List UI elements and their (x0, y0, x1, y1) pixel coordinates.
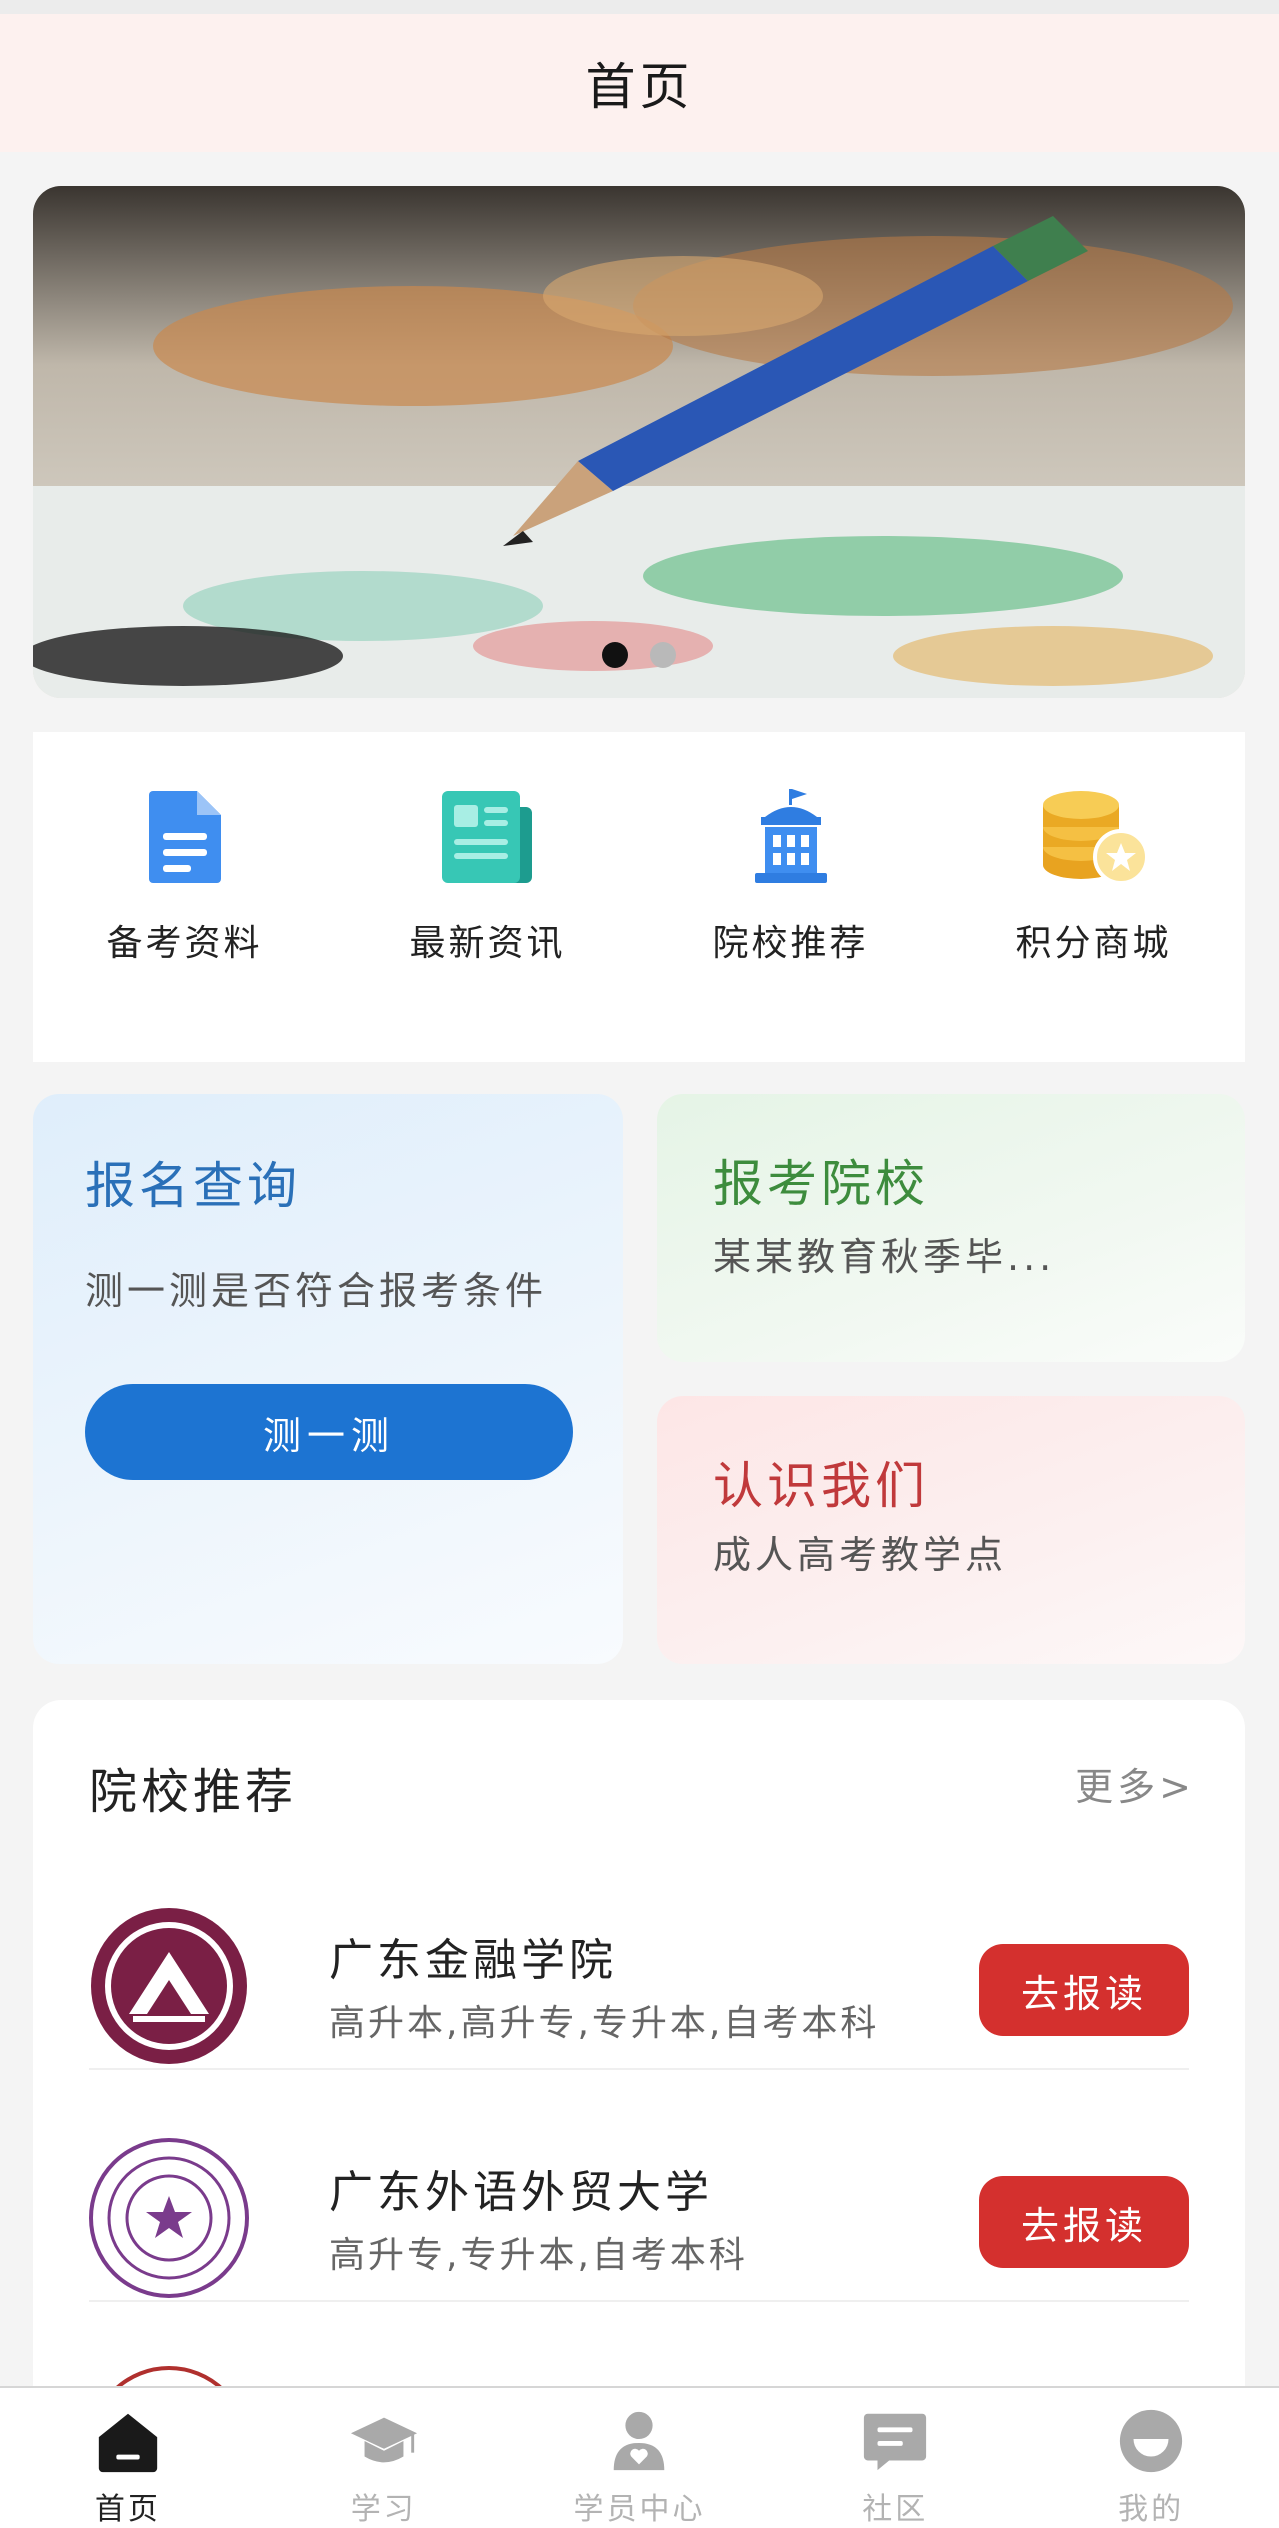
about-us-title: 认识我们 (713, 1457, 929, 1515)
school-name: 广东外语外贸大学 (329, 2167, 713, 2218)
carousel-dot-2[interactable] (650, 642, 676, 668)
school-building-icon (736, 782, 846, 892)
eligibility-test-button[interactable]: 测一测 (85, 1384, 573, 1480)
home-icon (98, 2413, 158, 2473)
page-title: 首页 (585, 58, 694, 116)
document-icon (130, 782, 240, 892)
school-row[interactable]: 广东金融学院 高升本,高升专,专升本,自考本科 去报读 (89, 1880, 1189, 2070)
more-link[interactable]: 更多> (1075, 1756, 1195, 1811)
tab-label: 学习 (350, 2492, 417, 2527)
signup-query-card[interactable]: 报名查询 测一测是否符合报考条件 测一测 (33, 1094, 623, 1664)
quick-link-schools[interactable]: 院校推荐 (676, 782, 906, 1062)
school-name: 广东金融学院 (329, 1935, 617, 1986)
quick-link-label: 院校推荐 (712, 923, 869, 964)
about-us-desc: 成人高考教学点 (713, 1533, 1008, 1577)
school-programs: 高升本,高升专,专升本,自考本科 (329, 2003, 880, 2044)
banner-carousel[interactable] (33, 186, 1245, 698)
user-heart-icon (614, 2411, 665, 2471)
tab-study[interactable]: 学习 (256, 2388, 512, 2528)
tab-label: 社区 (862, 2492, 929, 2527)
school-programs: 高升专,专升本,自考本科 (329, 2235, 748, 2276)
carousel-dots (33, 642, 1245, 668)
apply-school-title: 报考院校 (713, 1155, 929, 1213)
apply-button[interactable]: 去报读 (979, 1944, 1189, 2036)
tab-mine[interactable]: 我的 (1023, 2388, 1279, 2528)
top-bar: 首页 (0, 0, 1279, 152)
about-us-card[interactable]: 认识我们 成人高考教学点 (657, 1396, 1245, 1664)
quick-link-label: 积分商城 (1015, 923, 1172, 964)
apply-button[interactable]: 去报读 (979, 2176, 1189, 2268)
tab-label: 首页 (94, 2492, 161, 2527)
tab-label: 我的 (1118, 2492, 1185, 2527)
graduation-cap-icon (350, 2417, 417, 2463)
section-title: 院校推荐 (89, 1764, 298, 1820)
tab-community[interactable]: 社区 (767, 2388, 1023, 2528)
chat-icon (864, 2413, 927, 2471)
coins-icon (1039, 782, 1149, 892)
quick-link-points-mall[interactable]: 积分商城 (979, 782, 1209, 1062)
quick-links: 备考资料 最新资讯 院校推荐 积分商城 (33, 732, 1245, 1062)
school-logo (89, 2138, 249, 2298)
tab-home[interactable]: 首页 (0, 2388, 256, 2528)
quick-link-label: 备考资料 (106, 923, 263, 964)
quick-link-label: 最新资讯 (409, 923, 566, 964)
carousel-dot-1[interactable] (602, 642, 628, 668)
tab-member-center[interactable]: 学员中心 (512, 2388, 768, 2528)
bottom-tab-bar: 首页 学习 学员中心 社区 我的 (0, 2386, 1279, 2528)
apply-school-card[interactable]: 报考院校 某某教育秋季毕... (657, 1094, 1245, 1362)
school-logo (91, 1908, 247, 2064)
signup-query-title: 报名查询 (85, 1157, 301, 1215)
school-row[interactable]: 广东外语外贸大学 高升专,专升本,自考本科 去报读 (89, 2112, 1189, 2302)
tab-label: 学员中心 (573, 2492, 706, 2527)
signup-query-desc: 测一测是否符合报考条件 (85, 1269, 548, 1313)
apply-school-desc: 某某教育秋季毕... (713, 1235, 1056, 1279)
quick-link-news[interactable]: 最新资讯 (373, 782, 603, 1062)
profile-icon (1119, 2409, 1183, 2473)
news-icon (433, 782, 543, 892)
banner-image (33, 186, 1245, 698)
quick-link-materials[interactable]: 备考资料 (70, 782, 300, 1062)
